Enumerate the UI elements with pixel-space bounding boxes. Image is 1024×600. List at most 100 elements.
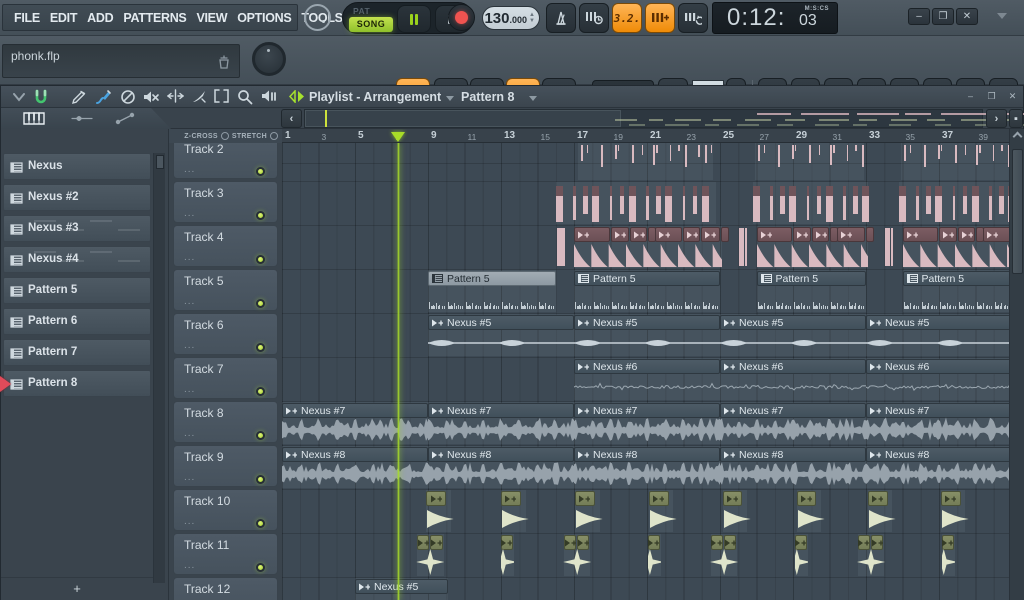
clip-riser-6[interactable]: [868, 491, 888, 506]
clip-sparkle-6[interactable]: [858, 535, 870, 550]
timeline-ruler[interactable]: 13579111315171921232527293133353739: [282, 129, 1009, 143]
overview-viewport[interactable]: [305, 110, 621, 127]
blend-notes-button[interactable]: [645, 3, 675, 33]
kick-clip-header[interactable]: [939, 227, 957, 242]
picker-scroll-thumb[interactable]: [156, 155, 164, 169]
master-pitch-knob[interactable]: [252, 42, 286, 76]
pattern-item-1[interactable]: Nexus: [3, 153, 151, 180]
record-button[interactable]: [448, 4, 475, 31]
kick-clip-header[interactable]: [812, 227, 829, 242]
wait-for-input-button[interactable]: [579, 3, 609, 33]
menu-view[interactable]: VIEW: [191, 11, 232, 25]
clip-nexus-#6-2[interactable]: Nexus #6: [866, 359, 1009, 374]
playlist-titlebar[interactable]: Playlist - Arrangement Pattern 8 – ❐ ✕: [1, 86, 1023, 108]
pattern-item-8[interactable]: Pattern 8: [3, 370, 151, 397]
app-minimize-button[interactable]: –: [908, 8, 930, 25]
overview-options-button[interactable]: ▪: [1009, 109, 1023, 128]
track-header-track-4[interactable]: Track 4...: [173, 225, 278, 267]
kick-clip-header[interactable]: [630, 227, 647, 242]
kick-clip-header[interactable]: [721, 227, 729, 242]
playlist-minimize-button[interactable]: –: [963, 90, 978, 103]
clip-sparkle-0[interactable]: [417, 535, 429, 550]
clip-riser-3[interactable]: [649, 491, 669, 506]
clip-pattern-5-0[interactable]: Pattern 5: [428, 271, 556, 286]
playhead-line[interactable]: [397, 143, 400, 600]
track-header-track-5[interactable]: Track 5...: [173, 269, 278, 311]
menu-options[interactable]: OPTIONS: [232, 11, 296, 25]
playback-tool-icon[interactable]: [261, 89, 278, 104]
track-led[interactable]: [256, 167, 265, 176]
clip-nexus-#6-0[interactable]: Nexus #6: [574, 359, 720, 374]
pat-mode-button[interactable]: PAT: [353, 6, 370, 16]
clip-nexus-#7-0[interactable]: Nexus #7: [282, 403, 428, 418]
kick-clip-header[interactable]: [683, 227, 700, 242]
draw-tool-icon[interactable]: [71, 89, 87, 105]
kick-clip-header[interactable]: [655, 227, 682, 242]
scroll-up-icon[interactable]: [1013, 132, 1023, 142]
sparkle-badge[interactable]: [577, 535, 589, 550]
scroll-left-button[interactable]: ‹: [281, 109, 302, 128]
kick-clip-header[interactable]: [983, 227, 1009, 242]
sparkle-badge[interactable]: [871, 535, 883, 550]
playlist-maximize-button[interactable]: ❐: [984, 90, 999, 103]
kick-clip-header[interactable]: [793, 227, 811, 242]
pattern-chevron-icon[interactable]: [529, 96, 537, 101]
clip-pattern-5-1[interactable]: Pattern 5: [574, 271, 720, 286]
track-header-track-12[interactable]: Track 12...: [173, 577, 278, 600]
kick-clip-header[interactable]: [757, 227, 793, 242]
playlist-vscrollbar[interactable]: [1009, 129, 1024, 600]
toolbar-options-chevron-icon[interactable]: [997, 13, 1007, 19]
vscroll-thumb[interactable]: [1012, 149, 1023, 274]
clip-sparkle-3[interactable]: [648, 535, 660, 550]
clip-riser-5[interactable]: [797, 491, 817, 506]
clip-sparkle-4[interactable]: [711, 535, 723, 550]
kick-clip-header[interactable]: [837, 227, 864, 242]
track-led[interactable]: [256, 519, 265, 528]
kick-clip-header[interactable]: [903, 227, 939, 242]
track-led[interactable]: [256, 563, 265, 572]
cpu-meter-knob[interactable]: [304, 4, 331, 31]
clip-nexus-#8-0[interactable]: Nexus #8: [282, 447, 428, 462]
clip-nexus-#5-0[interactable]: Nexus #5: [428, 315, 574, 330]
track-led[interactable]: [256, 431, 265, 440]
kick-clip-header[interactable]: [701, 227, 719, 242]
clip-nexus-#8-2[interactable]: Nexus #8: [574, 447, 720, 462]
clip-nexus-#5-2[interactable]: Nexus #5: [720, 315, 866, 330]
metronome-button[interactable]: [546, 3, 576, 33]
time-display[interactable]: 0:12: 03 M:S:CS: [712, 2, 838, 34]
clip-nexus-#7-2[interactable]: Nexus #7: [574, 403, 720, 418]
playhead-marker[interactable]: [391, 132, 405, 142]
clip-nexus-#5-1[interactable]: Nexus #5: [574, 315, 720, 330]
clip-riser-2[interactable]: [575, 491, 595, 506]
pattern-item-5[interactable]: Pattern 5: [3, 277, 151, 304]
delete-tool-icon[interactable]: [120, 89, 136, 105]
playlist-grid[interactable]: Pattern 5Pattern 5Pattern 5Pattern 5Nexu…: [282, 143, 1009, 600]
menu-patterns[interactable]: PATTERNS: [118, 11, 191, 25]
clip-riser-1[interactable]: [501, 491, 521, 506]
clip-nexus-#8-4[interactable]: Nexus #8: [866, 447, 1009, 462]
countdown-lcd-button[interactable]: 3.2.: [612, 3, 642, 33]
slice-tool-icon[interactable]: [191, 89, 207, 105]
sparkle-badge[interactable]: [430, 535, 442, 550]
song-mode-button[interactable]: SONG: [349, 17, 393, 32]
clip-nexus-#7-1[interactable]: Nexus #7: [428, 403, 574, 418]
track-led[interactable]: [256, 387, 265, 396]
arrangement-chevron-icon[interactable]: [446, 96, 454, 101]
playlist-snap-magnet-icon[interactable]: [33, 89, 49, 105]
clip-sparkle-2[interactable]: [564, 535, 576, 550]
clip-nexus-#6-1[interactable]: Nexus #6: [720, 359, 866, 374]
tab-automation-icon[interactable]: [115, 112, 137, 125]
track-header-track-10[interactable]: Track 10...: [173, 489, 278, 531]
track-header-track-11[interactable]: Track 11...: [173, 533, 278, 575]
pattern-selector[interactable]: Pattern 8: [461, 90, 515, 104]
track-header-track-6[interactable]: Track 6...: [173, 313, 278, 355]
paint-tool-icon[interactable]: [95, 89, 112, 105]
clip-riser-4[interactable]: [723, 491, 743, 506]
tab-audio-icon[interactable]: [71, 112, 93, 125]
clip-nexus-#5-3[interactable]: Nexus #5: [866, 315, 1009, 330]
select-tool-icon[interactable]: [214, 89, 229, 103]
track-header-track-2[interactable]: Track 2...: [173, 143, 278, 179]
sparkle-badge[interactable]: [724, 535, 736, 550]
clip-nexus-#7-4[interactable]: Nexus #7: [866, 403, 1009, 418]
clip-nexus-#8-1[interactable]: Nexus #8: [428, 447, 574, 462]
